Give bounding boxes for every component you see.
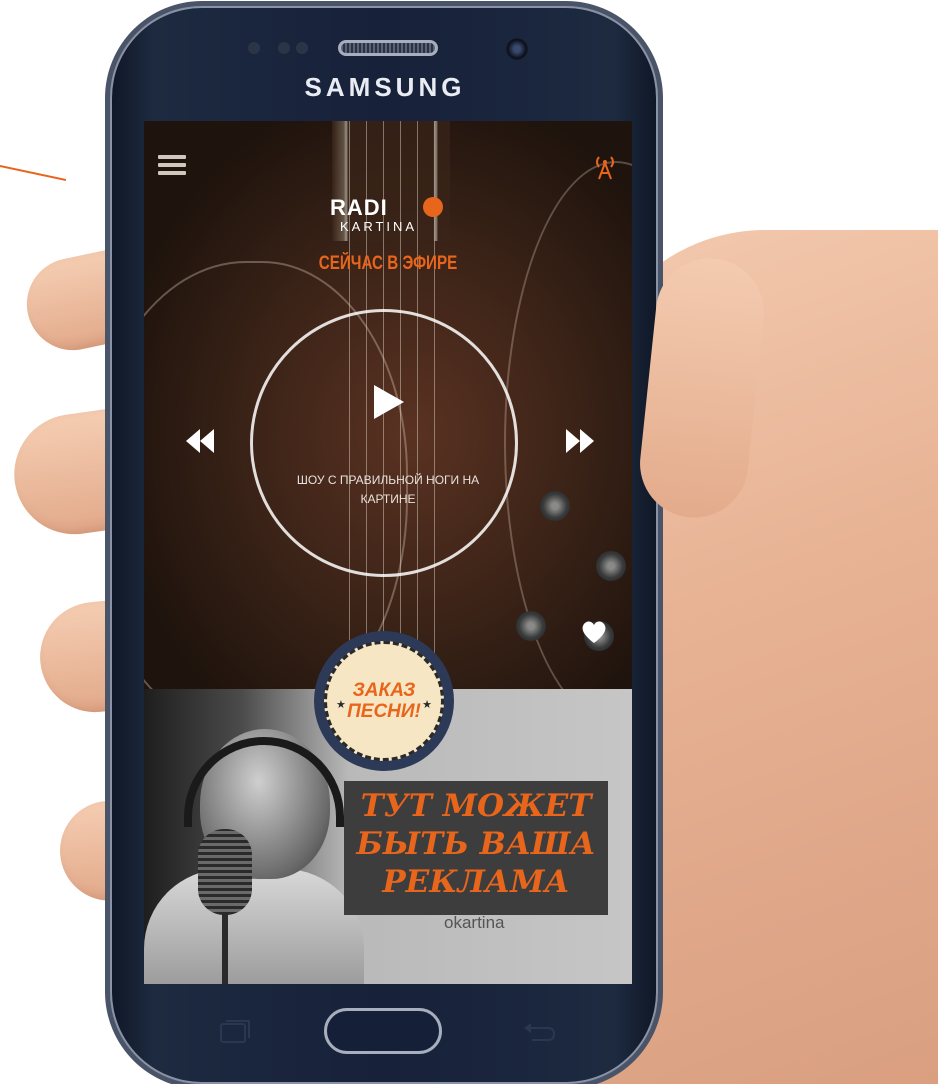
banner-photo [184, 737, 344, 827]
rewind-icon[interactable] [184, 427, 216, 455]
front-sensor [296, 42, 308, 54]
ad-text: ТУТ МОЖЕТ БЫТЬ ВАША РЕКЛАМА [356, 788, 596, 900]
logo-wordmark: RADI [330, 195, 388, 220]
order-song-label: ЗАКАЗ ПЕСНИ! [347, 680, 421, 722]
order-song-button[interactable]: ★ ★ ЗАКАЗ ПЕСНИ! [314, 631, 454, 771]
antenna-icon[interactable] [590, 151, 620, 181]
pointer-line [0, 165, 66, 181]
banner-watermark: okartina [444, 913, 505, 932]
play-button-ring[interactable] [250, 309, 518, 577]
recent-apps-icon[interactable] [218, 1018, 252, 1044]
play-icon[interactable] [372, 383, 406, 421]
order-song-badge[interactable]: ★ ★ ЗАКАЗ ПЕСНИ! [324, 641, 444, 761]
star-icon: ★ [422, 699, 432, 711]
menu-icon[interactable] [158, 155, 186, 177]
banner-photo [222, 913, 228, 984]
star-icon: ★ [336, 699, 346, 711]
now-playing-hero: RADI KARTINA СЕЙЧАС В ЭФИРЕ ШОУ С ПРАВИЛ… [144, 121, 632, 735]
app-screen: RADI KARTINA СЕЙЧАС В ЭФИРЕ ШОУ С ПРАВИЛ… [144, 121, 632, 984]
device-brand: SAMSUNG [304, 72, 466, 102]
home-button[interactable] [324, 1008, 442, 1054]
front-sensor [278, 42, 290, 54]
logo-subtext: KARTINA [340, 219, 418, 234]
radio-logo: RADI KARTINA [330, 195, 448, 243]
guitar-image [596, 551, 626, 581]
on-air-label: СЕЙЧАС В ЭФИРЕ [318, 253, 458, 274]
front-camera [506, 38, 528, 60]
fast-forward-icon[interactable] [564, 427, 596, 455]
guitar-image [540, 491, 570, 521]
banner-photo [198, 829, 252, 915]
guitar-image [516, 611, 546, 641]
back-icon[interactable] [520, 1018, 558, 1046]
earpiece-speaker [338, 40, 438, 56]
banner-photo [144, 869, 364, 984]
current-show-title: ШОУ С ПРАВИЛЬНОЙ НОГИ НА КАРТИНЕ [296, 473, 480, 506]
front-sensor [248, 42, 260, 54]
heart-icon[interactable] [580, 619, 608, 645]
logo-mic-icon [423, 197, 443, 217]
